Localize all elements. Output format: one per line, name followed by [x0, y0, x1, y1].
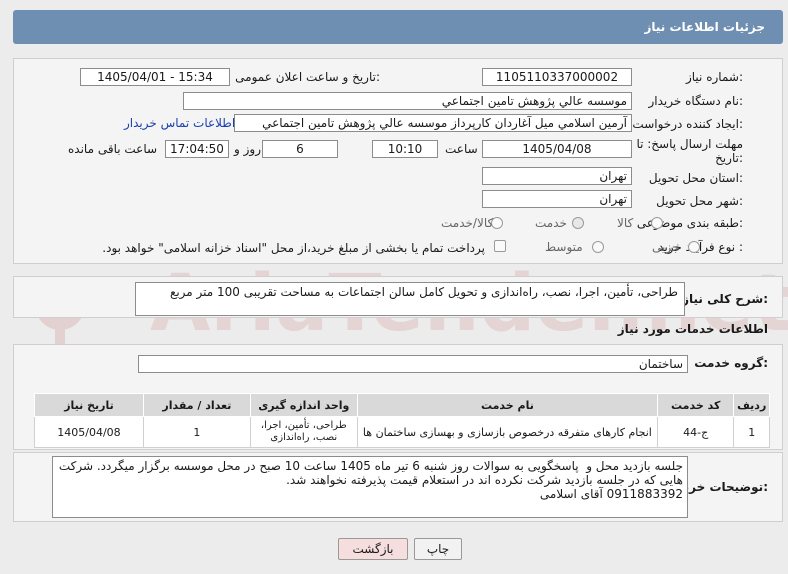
col-name: نام خدمت: [356, 393, 659, 417]
announce-datetime-label: تاریخ و ساعت اعلان عمومی:: [235, 70, 380, 84]
announce-datetime-field: 1405/04/01 - 15:34: [80, 68, 230, 86]
category-option-service: خدمت: [535, 216, 567, 230]
services-table-header: ردیف کد خدمت نام خدمت واحد اندازه گیری ت…: [34, 393, 770, 417]
city-label: شهر محل تحویل:: [656, 194, 743, 208]
treasury-payment-checkbox[interactable]: [494, 240, 506, 252]
category-option-goods-service: کالا/خدمت: [441, 216, 494, 230]
remaining-time-label: ساعت باقی مانده: [68, 142, 158, 156]
cell-name: انجام کارهای متفرقه درخصوص بازسازی و بهس…: [356, 416, 659, 448]
province-label: استان محل تحویل:: [648, 171, 743, 185]
cell-row: 1: [733, 416, 770, 448]
purchase-option-minor: جزیی: [652, 240, 680, 254]
purchase-radio-minor[interactable]: [688, 241, 700, 253]
col-unit: واحد اندازه گیری: [249, 393, 358, 417]
city-field: تهران: [482, 190, 632, 208]
deadline-label-date: تاریخ:: [715, 151, 743, 165]
category-radio-service[interactable]: [572, 217, 584, 229]
remaining-time-field: 17:04:50: [165, 140, 229, 158]
back-button[interactable]: بازگشت: [338, 538, 408, 560]
description-label: شرح کلی نیاز:: [682, 292, 768, 306]
deadline-date-field: 1405/04/08: [482, 140, 632, 158]
col-date: تاریخ نیاز: [34, 393, 144, 417]
need-number-label: شماره نیاز:: [685, 70, 743, 84]
category-radio-goods[interactable]: [651, 217, 663, 229]
buyer-org-field: موسسه عالي پژوهش تامين اجتماعي: [183, 92, 632, 110]
services-section-title: اطلاعات خدمات مورد نیاز: [617, 322, 768, 336]
buyer-notes-field: جلسه بازدید محل و پاسخگویی به سوالات روز…: [52, 456, 688, 518]
buyer-org-label: نام دستگاه خریدار:: [648, 94, 744, 108]
need-number-field: 1105110337000002: [482, 68, 632, 86]
service-group-label: گروه خدمت:: [694, 356, 768, 370]
table-row: 1 ج-44 انجام کارهای متفرقه درخصوص بازساز…: [34, 416, 770, 448]
service-group-field: ساختمان: [138, 355, 688, 373]
category-option-goods: کالا: [617, 216, 634, 230]
deadline-label: مهلت ارسال پاسخ: تا: [636, 137, 743, 151]
cell-unit: طراحی، تأمین، اجرا، نصب، راه‌اندازی: [249, 416, 358, 448]
print-button[interactable]: چاپ: [414, 538, 462, 560]
requester-label: ایجاد کننده درخواست:: [632, 117, 743, 131]
page-title: جزئیات اطلاعات نیاز: [644, 20, 765, 34]
services-table: ردیف کد خدمت نام خدمت واحد اندازه گیری ت…: [34, 393, 770, 448]
description-field: طراحی، تأمین، اجرا، نصب، راه‌اندازی و تح…: [135, 282, 685, 316]
cell-qty: 1: [142, 416, 251, 448]
requester-field: آرمين اسلامي ميل آغاردان کارپرداز موسسه …: [234, 114, 632, 132]
cell-code: ج-44: [657, 416, 735, 448]
page-header: جزئیات اطلاعات نیاز: [13, 10, 783, 44]
need-info-panel: [13, 58, 783, 264]
cell-date: 1405/04/08: [34, 416, 144, 448]
col-qty: تعداد / مقدار: [142, 393, 251, 417]
days-remaining-field: 6: [262, 140, 338, 158]
province-field: تهران: [482, 167, 632, 185]
col-code: کد خدمت: [657, 393, 735, 417]
deadline-time-field: 10:10: [372, 140, 438, 158]
deadline-time-label: ساعت: [445, 142, 478, 156]
purchase-radio-medium[interactable]: [592, 241, 604, 253]
col-row: ردیف: [733, 393, 770, 417]
purchase-option-medium: متوسط: [545, 240, 583, 254]
buyer-contact-link[interactable]: اطلاعات تماس خریدار: [124, 116, 235, 130]
treasury-payment-note: پرداخت تمام یا بخشی از مبلغ خرید،از محل …: [102, 241, 485, 255]
days-label: روز و: [234, 142, 261, 156]
